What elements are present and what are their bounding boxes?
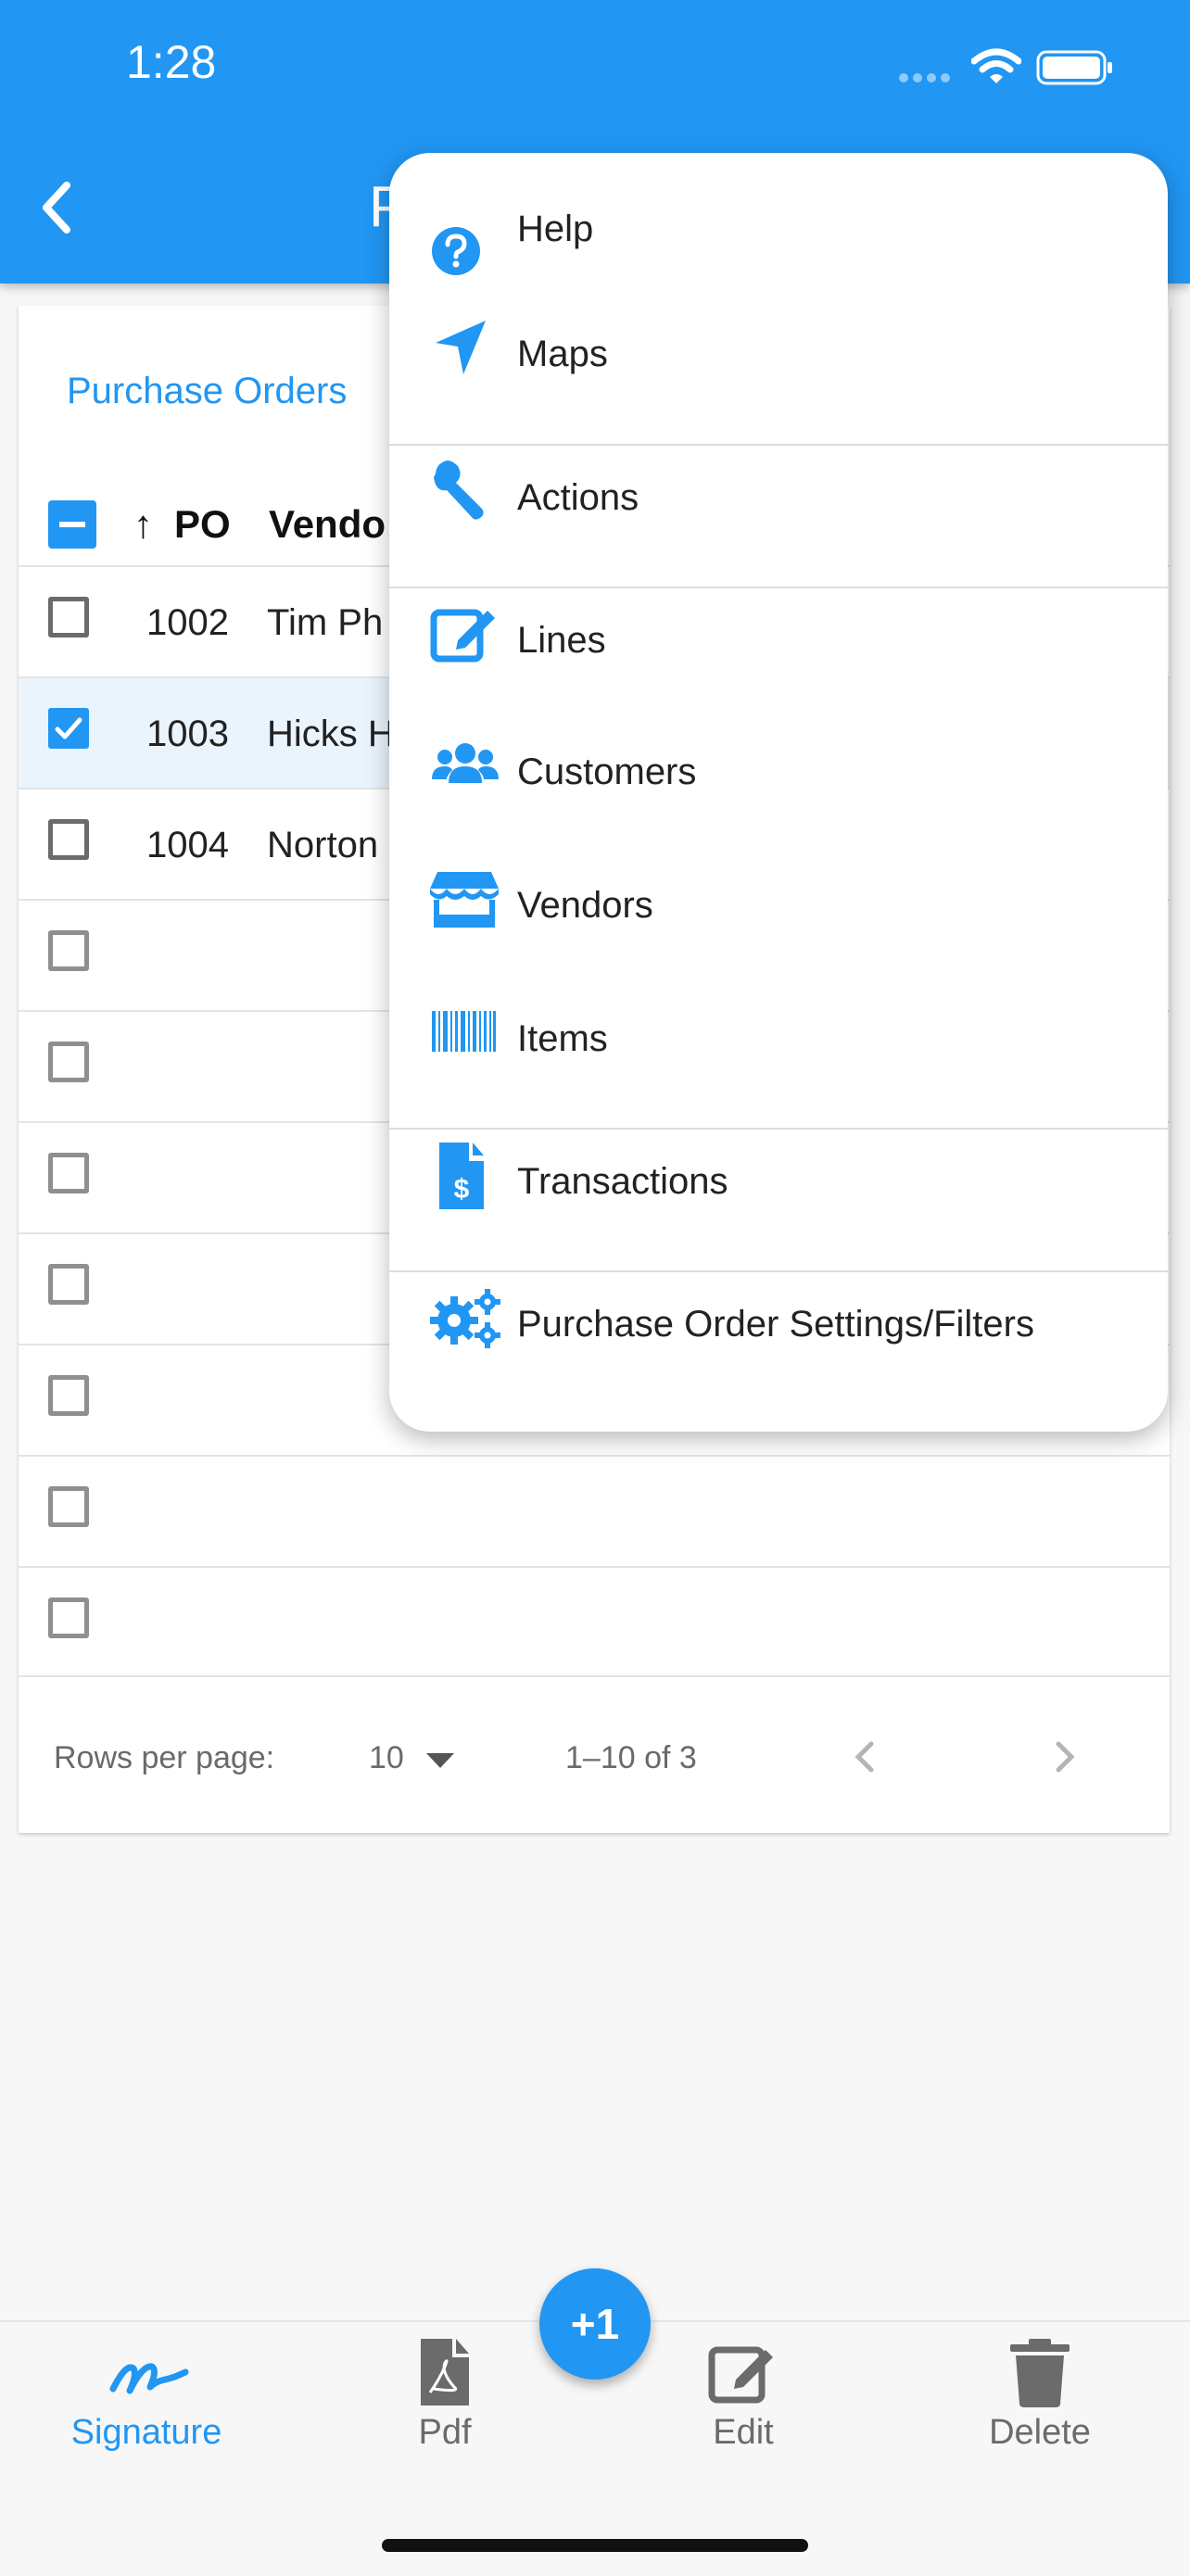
add-one-fab[interactable]: +1: [539, 2268, 651, 2380]
menu-item-label: Help: [517, 208, 594, 249]
menu-item-lines[interactable]: Lines: [389, 600, 1168, 729]
card-title: Purchase Orders: [67, 371, 348, 411]
help-icon: [430, 225, 500, 296]
menu-divider: [389, 587, 1168, 588]
menu-item-label: Items: [517, 1018, 608, 1059]
row-checkbox[interactable]: [48, 930, 89, 971]
menu-item-items[interactable]: Items: [389, 1000, 1168, 1130]
menu-item-label: Vendors: [517, 885, 653, 926]
back-button[interactable]: [28, 167, 102, 250]
store-icon: [430, 866, 500, 937]
gears-icon: [430, 1283, 500, 1354]
nav-label: Delete: [989, 2413, 1091, 2452]
home-indicator: [382, 2539, 808, 2552]
trash-icon: [1003, 2335, 1077, 2409]
svg-text:$: $: [454, 1174, 470, 1205]
edit-icon: [706, 2335, 780, 2409]
row-checkbox[interactable]: [48, 1264, 89, 1305]
cellular-signal-icon: [899, 71, 955, 84]
signature-icon: [109, 2335, 189, 2409]
menu-item-label: Customers: [517, 751, 697, 792]
row-checkbox[interactable]: [48, 597, 89, 638]
row-checkbox[interactable]: [48, 819, 89, 860]
nav-label: Pdf: [418, 2413, 472, 2452]
menu-item-label: Purchase Order Settings/Filters: [517, 1304, 1034, 1345]
barcode-icon: [430, 1000, 500, 1070]
column-header-po[interactable]: PO: [174, 502, 231, 547]
menu-divider: [389, 1128, 1168, 1130]
minus-icon: [59, 522, 85, 527]
nav-edit[interactable]: Edit: [651, 2335, 836, 2474]
status-time: 1:28: [126, 36, 217, 88]
nav-pdf[interactable]: Pdf: [352, 2335, 538, 2474]
rows-per-page-label: Rows per page:: [54, 1740, 275, 1775]
rows-per-page-value: 10: [369, 1740, 404, 1775]
menu-item-settings-filters[interactable]: Purchase Order Settings/Filters: [389, 1283, 1168, 1413]
table-footer-divider: [19, 1675, 1170, 1677]
chevron-left-icon: [43, 182, 70, 234]
wrench-icon: [430, 457, 500, 527]
menu-item-help[interactable]: Help: [389, 181, 1168, 310]
row-checkbox[interactable]: [48, 1153, 89, 1193]
menu-item-label: Transactions: [517, 1161, 728, 1202]
cell-vendor: Hicks H: [267, 713, 395, 754]
table-row[interactable]: [19, 1455, 1170, 1568]
menu-divider: [389, 444, 1168, 446]
cell-po: 1003: [146, 713, 229, 754]
nav-delete[interactable]: Delete: [947, 2335, 1133, 2474]
nav-signature[interactable]: Signature: [54, 2335, 239, 2474]
battery-icon: [1036, 50, 1114, 85]
menu-item-label: Maps: [517, 334, 608, 374]
overflow-menu: Help Maps Actions Lines Customers Vendor…: [389, 153, 1168, 1432]
table-row[interactable]: [19, 1566, 1170, 1679]
wifi-icon: [971, 48, 1021, 85]
menu-item-label: Lines: [517, 620, 606, 661]
chevron-right-icon: [1056, 1741, 1075, 1773]
menu-item-maps[interactable]: Maps: [389, 315, 1168, 445]
menu-item-label: Actions: [517, 477, 639, 518]
users-icon: [430, 733, 500, 803]
cell-vendor: Tim Ph: [267, 602, 384, 643]
menu-item-actions[interactable]: Actions: [389, 457, 1168, 587]
menu-divider: [389, 1270, 1168, 1272]
column-header-vendor[interactable]: Vendo: [269, 502, 386, 547]
cell-po: 1002: [146, 602, 229, 643]
nav-label: Signature: [70, 2413, 222, 2452]
row-checkbox[interactable]: [48, 1597, 89, 1638]
cell-vendor: Norton: [267, 825, 379, 865]
checkmark-icon: [55, 717, 82, 739]
cell-po: 1004: [146, 825, 229, 865]
menu-item-customers[interactable]: Customers: [389, 733, 1168, 863]
select-all-checkbox[interactable]: [48, 500, 96, 549]
menu-item-transactions[interactable]: $ Transactions: [389, 1141, 1168, 1270]
previous-page-button[interactable]: [842, 1731, 888, 1783]
pdf-icon: [408, 2335, 482, 2409]
chevron-left-icon: [855, 1741, 874, 1773]
sort-arrow-icon[interactable]: ↑: [133, 502, 153, 547]
row-checkbox[interactable]: [48, 708, 89, 749]
dropdown-arrow-icon: [426, 1753, 454, 1768]
rows-per-page-select[interactable]: 10: [369, 1733, 471, 1781]
invoice-icon: $: [430, 1141, 500, 1211]
row-checkbox[interactable]: [48, 1486, 89, 1527]
nav-label: Edit: [713, 2413, 774, 2452]
page-range: 1–10 of 3: [565, 1740, 697, 1775]
row-checkbox[interactable]: [48, 1042, 89, 1082]
row-checkbox[interactable]: [48, 1375, 89, 1416]
menu-item-vendors[interactable]: Vendors: [389, 866, 1168, 996]
edit-icon: [430, 600, 500, 670]
next-page-button[interactable]: [1042, 1731, 1088, 1783]
navigation-arrow-icon: [430, 315, 500, 385]
